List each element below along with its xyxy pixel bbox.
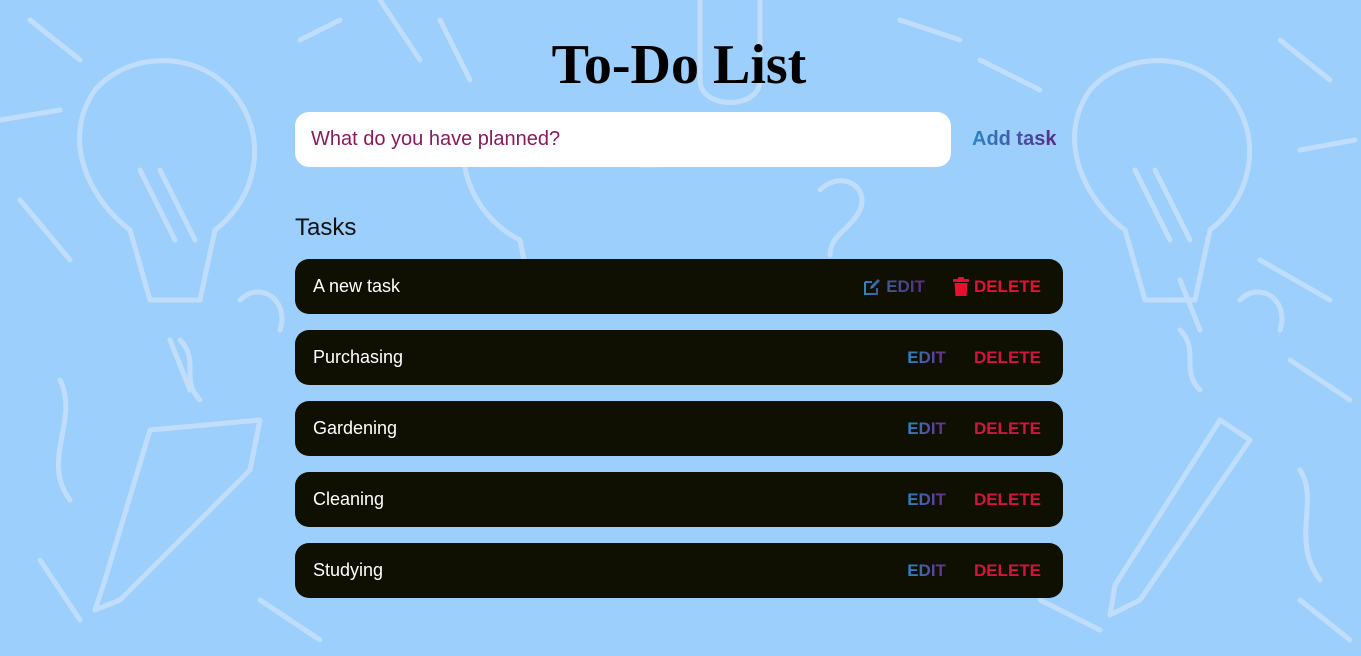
delete-button[interactable]: DELETE — [974, 472, 1041, 527]
edit-button[interactable]: EDIT — [907, 401, 946, 456]
delete-label: DELETE — [973, 348, 1041, 367]
task-text: Gardening — [313, 418, 398, 438]
delete-button[interactable]: DELETE — [974, 401, 1041, 456]
task-text: Studying — [313, 560, 384, 580]
delete-label: DELETE — [973, 277, 1041, 296]
task-text: Cleaning — [313, 489, 385, 509]
task-list: A new task EDIT DELETE Purchasing EDIT D… — [295, 259, 1063, 614]
edit-label: EDIT — [907, 401, 946, 456]
edit-button[interactable]: EDIT — [863, 259, 925, 314]
task-text: A new task — [313, 276, 401, 296]
task-item: Studying EDIT DELETE — [295, 543, 1063, 598]
delete-label: DELETE — [973, 561, 1041, 580]
task-item: A new task EDIT DELETE — [295, 259, 1063, 314]
task-actions: EDIT DELETE — [907, 543, 1041, 598]
page-title: To-Do List — [551, 34, 807, 96]
task-actions: EDIT DELETE — [907, 401, 1041, 456]
delete-label: DELETE — [973, 490, 1041, 509]
task-item: Cleaning EDIT DELETE — [295, 472, 1063, 527]
add-task-button[interactable]: Add task — [972, 112, 1056, 167]
new-task-input[interactable] — [295, 112, 951, 167]
edit-label: EDIT — [886, 259, 925, 314]
task-actions: EDIT DELETE — [907, 472, 1041, 527]
delete-button[interactable]: DELETE — [952, 259, 1041, 314]
new-task-form: Add task — [295, 112, 1063, 167]
task-actions: EDIT DELETE — [863, 259, 1041, 314]
edit-button[interactable]: EDIT — [907, 472, 946, 527]
tasks-heading: Tasks — [295, 214, 357, 241]
delete-label: DELETE — [973, 419, 1041, 438]
edit-label: EDIT — [907, 330, 946, 385]
trash-icon — [952, 277, 969, 296]
task-item: Purchasing EDIT DELETE — [295, 330, 1063, 385]
edit-icon — [863, 278, 881, 296]
edit-button[interactable]: EDIT — [907, 543, 946, 598]
edit-button[interactable]: EDIT — [907, 330, 946, 385]
task-text: Purchasing — [313, 347, 404, 367]
edit-label: EDIT — [907, 472, 946, 527]
task-actions: EDIT DELETE — [907, 330, 1041, 385]
delete-button[interactable]: DELETE — [974, 330, 1041, 385]
edit-label: EDIT — [907, 543, 946, 598]
task-item: Gardening EDIT DELETE — [295, 401, 1063, 456]
delete-button[interactable]: DELETE — [974, 543, 1041, 598]
